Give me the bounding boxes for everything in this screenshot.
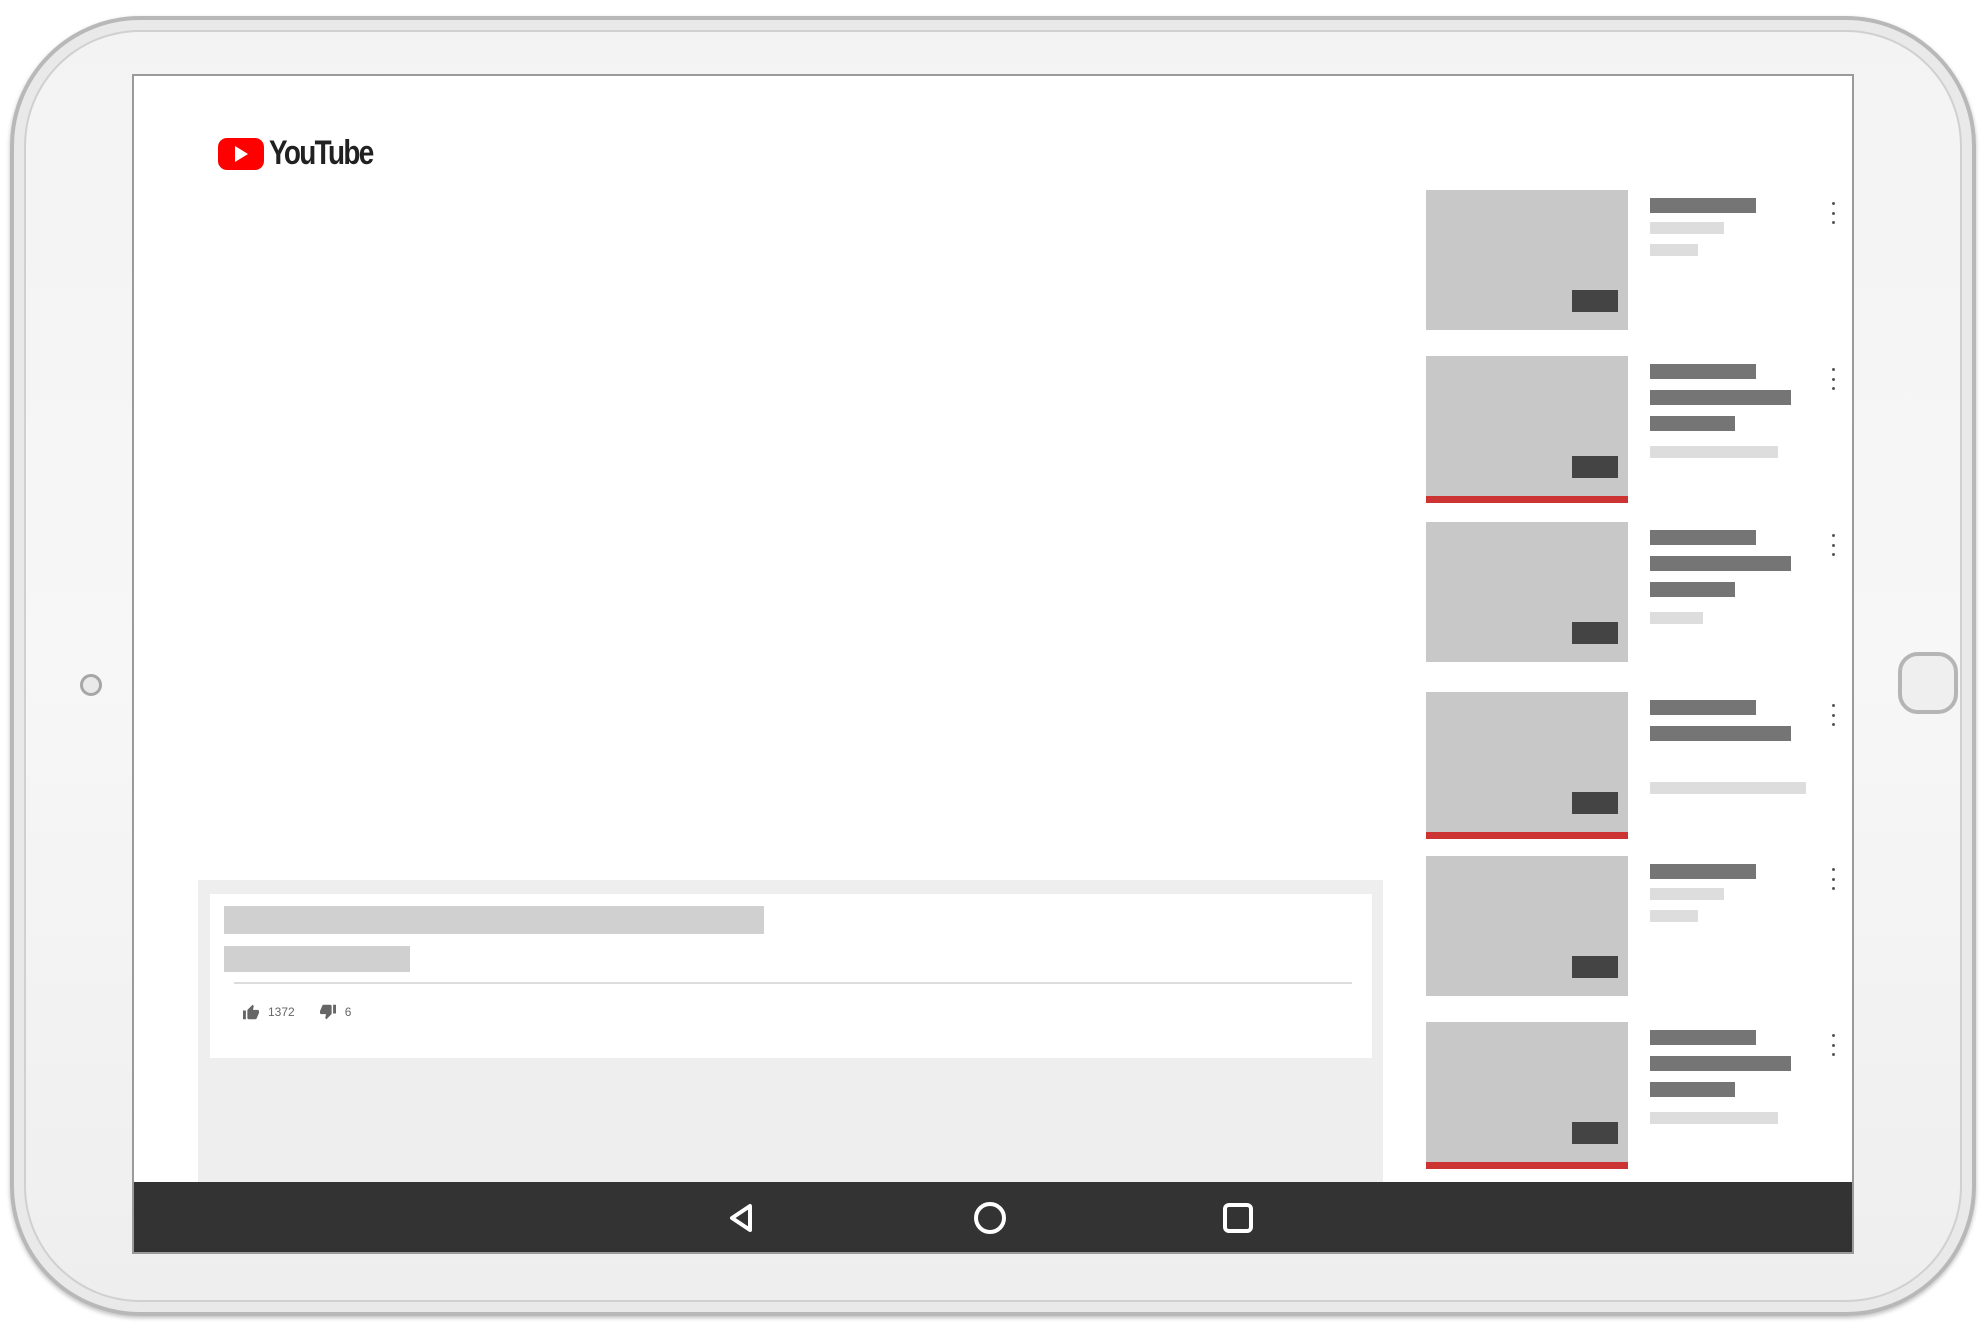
nav-home-button[interactable] xyxy=(970,1198,1010,1238)
rec-title-placeholder xyxy=(1650,390,1791,405)
video-thumbnail[interactable] xyxy=(1426,356,1628,496)
more-vert-icon[interactable] xyxy=(1830,368,1836,390)
rec-title-placeholder xyxy=(1650,1082,1735,1097)
duration-badge xyxy=(1572,1122,1618,1144)
duration-badge xyxy=(1572,622,1618,644)
rec-title-placeholder xyxy=(1650,416,1735,431)
rec-meta-placeholder xyxy=(1650,244,1698,256)
screen: YouTube 1372 6 xyxy=(132,74,1854,1254)
rec-title-placeholder xyxy=(1650,1030,1756,1045)
divider xyxy=(234,982,1352,984)
rec-meta-placeholder xyxy=(1650,910,1698,922)
video-thumbnail[interactable] xyxy=(1426,522,1628,662)
more-vert-icon[interactable] xyxy=(1830,704,1836,726)
rec-title-placeholder xyxy=(1650,1056,1791,1071)
like-count: 1372 xyxy=(268,1005,295,1019)
video-thumbnail[interactable] xyxy=(1426,856,1628,996)
recommendation-item[interactable] xyxy=(1426,522,1836,666)
recommendation-item[interactable] xyxy=(1426,692,1836,839)
duration-badge xyxy=(1572,456,1618,478)
video-subtitle-placeholder xyxy=(224,946,410,972)
watch-progress-bar xyxy=(1426,832,1628,839)
more-vert-icon[interactable] xyxy=(1830,868,1836,890)
system-navigation-bar xyxy=(134,1182,1852,1252)
video-thumbnail[interactable] xyxy=(1426,692,1628,832)
like-dislike-bar: 1372 6 xyxy=(242,1004,351,1020)
video-thumbnail[interactable] xyxy=(1426,1022,1628,1162)
thumbs-down-icon xyxy=(319,1004,336,1020)
duration-badge xyxy=(1572,956,1618,978)
rec-title-placeholder xyxy=(1650,726,1791,741)
play-logo-icon xyxy=(218,137,264,170)
video-thumbnail[interactable] xyxy=(1426,190,1628,330)
like-button[interactable]: 1372 xyxy=(242,1004,295,1020)
back-triangle-icon xyxy=(730,1204,752,1232)
more-vert-icon[interactable] xyxy=(1830,534,1836,556)
rec-title-placeholder xyxy=(1650,864,1756,879)
recents-square-icon xyxy=(1223,1203,1253,1233)
rec-meta-placeholder xyxy=(1650,1112,1778,1124)
rec-title-placeholder xyxy=(1650,530,1756,545)
rec-meta-placeholder xyxy=(1650,612,1703,624)
rec-meta-placeholder xyxy=(1650,782,1806,794)
watch-progress-bar xyxy=(1426,496,1628,503)
duration-badge xyxy=(1572,792,1618,814)
thumbs-up-icon xyxy=(243,1004,259,1020)
youtube-logo[interactable]: YouTube xyxy=(218,134,395,173)
video-title-placeholder xyxy=(224,906,764,934)
camera-icon xyxy=(80,674,102,696)
dislike-button[interactable]: 6 xyxy=(319,1004,352,1020)
nav-back-button[interactable] xyxy=(722,1198,762,1238)
rec-title-placeholder xyxy=(1650,700,1756,715)
rec-title-placeholder xyxy=(1650,556,1791,571)
rec-meta-placeholder xyxy=(1650,888,1724,900)
recommendation-item[interactable] xyxy=(1426,356,1836,503)
duration-badge xyxy=(1572,290,1618,312)
rec-title-placeholder xyxy=(1650,582,1735,597)
recommendation-item[interactable] xyxy=(1426,1022,1836,1169)
watch-progress-bar xyxy=(1426,1162,1628,1169)
rec-meta-placeholder xyxy=(1650,222,1724,234)
home-circle-icon xyxy=(974,1202,1006,1234)
hardware-home-button[interactable] xyxy=(1898,652,1958,714)
recommendation-item[interactable] xyxy=(1426,856,1836,1000)
more-vert-icon[interactable] xyxy=(1830,1034,1836,1056)
logo-text: YouTube xyxy=(269,134,374,172)
rec-title-placeholder xyxy=(1650,198,1756,213)
recommendation-item[interactable] xyxy=(1426,190,1836,334)
rec-title-placeholder xyxy=(1650,364,1756,379)
rec-meta-placeholder xyxy=(1650,446,1778,458)
nav-recents-button[interactable] xyxy=(1218,1198,1258,1238)
more-vert-icon[interactable] xyxy=(1830,202,1836,224)
dislike-count: 6 xyxy=(344,1005,352,1019)
